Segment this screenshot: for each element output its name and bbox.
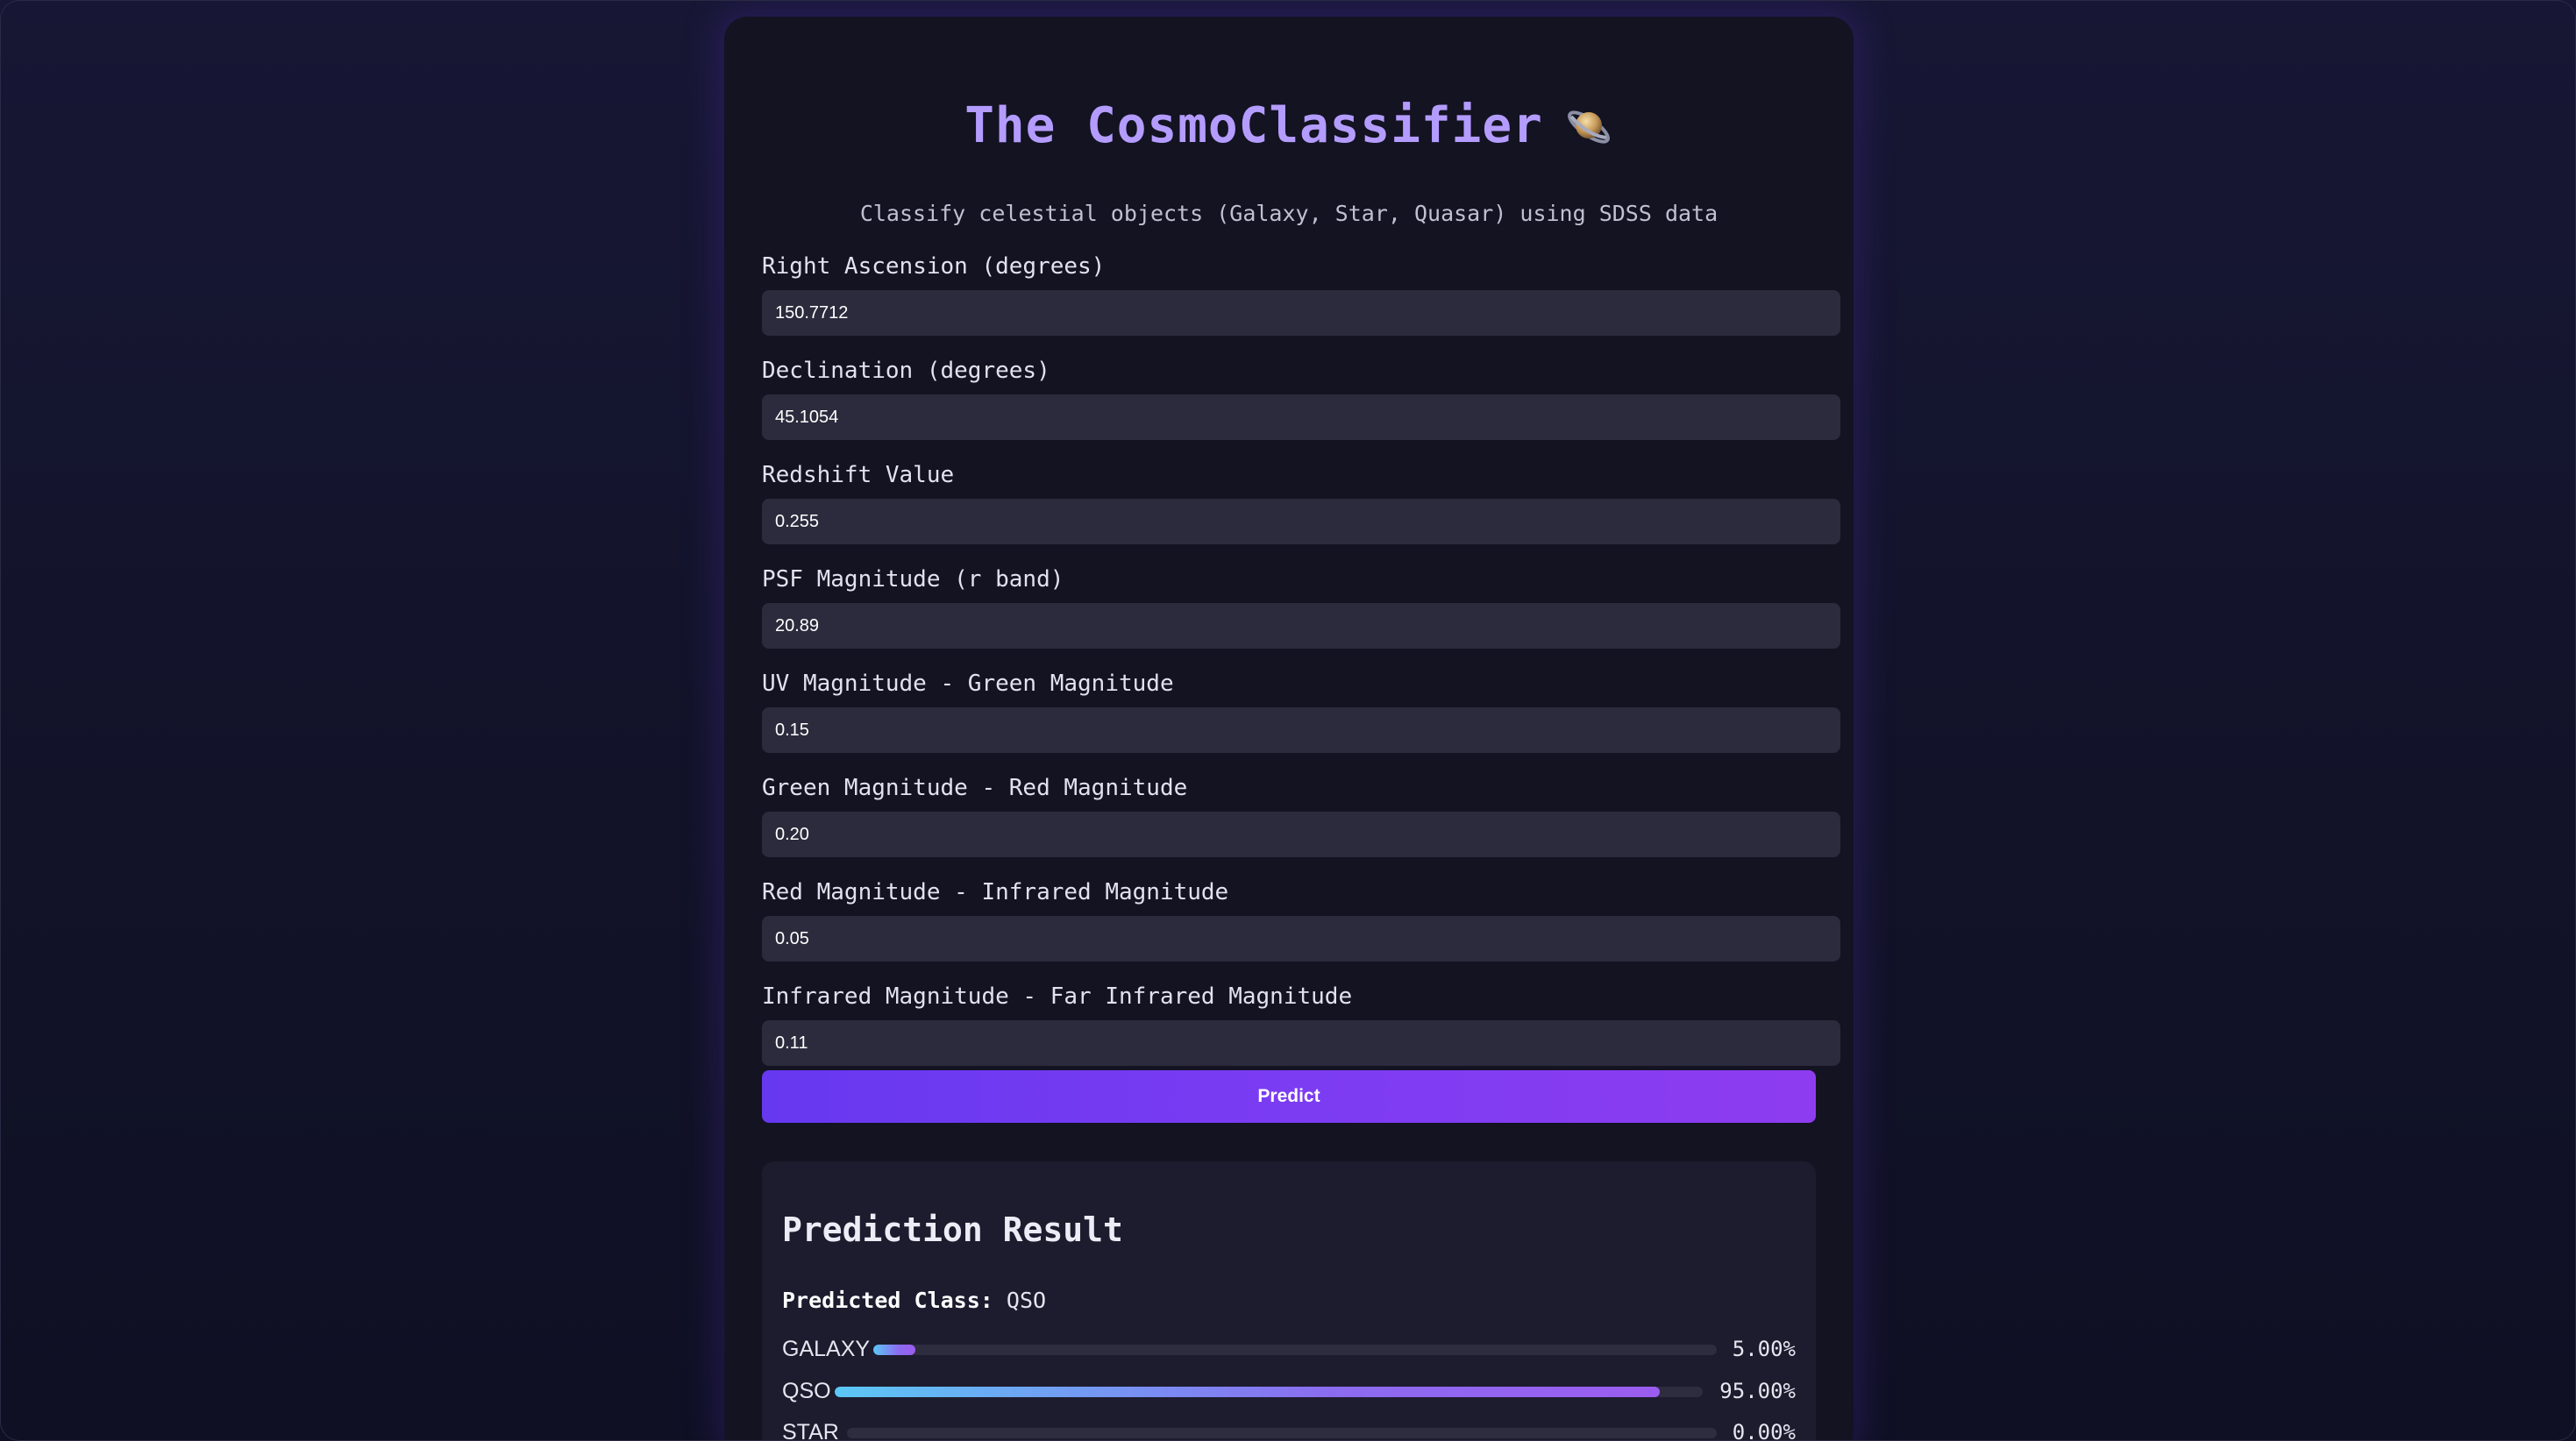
infrared-far-infrared-input[interactable]: 0.11 — [762, 1020, 1840, 1066]
browser-viewport: The CosmoClassifier Classify celestial o… — [0, 0, 2576, 1441]
probability-row-qso: QSO 95.00% — [782, 1375, 1796, 1407]
field-label: Right Ascension (degrees) — [762, 253, 1106, 280]
right-ascension-input[interactable]: 150.7712 — [762, 290, 1840, 336]
probability-track — [847, 1428, 1717, 1438]
page-title: The CosmoClassifier — [724, 97, 1854, 154]
red-infrared-field: Red Magnitude - Infrared Magnitude 0.05 — [762, 877, 1840, 962]
probability-track — [835, 1387, 1703, 1397]
probability-percent: 0.00% — [1732, 1420, 1796, 1441]
field-label: Declination (degrees) — [762, 358, 1050, 384]
probability-row-star: STAR 0.00% — [782, 1416, 1796, 1441]
field-label: Redshift Value — [762, 462, 955, 488]
probability-percent: 5.00% — [1732, 1337, 1796, 1361]
field-label: Infrared Magnitude - Far Infrared Magnit… — [762, 983, 1353, 1010]
redshift-field: Redshift Value 0.255 — [762, 460, 1840, 544]
declination-input[interactable]: 45.1054 — [762, 394, 1840, 440]
ringed-planet-icon — [1564, 101, 1613, 150]
classifier-card: The CosmoClassifier Classify celestial o… — [724, 17, 1854, 1441]
declination-field: Declination (degrees) 45.1054 — [762, 356, 1840, 440]
predicted-class-label: Predicted Class: — [782, 1288, 993, 1313]
field-label: UV Magnitude - Green Magnitude — [762, 671, 1174, 697]
uv-green-input[interactable]: 0.15 — [762, 707, 1840, 753]
psf-magnitude-input[interactable]: 20.89 — [762, 603, 1840, 649]
right-ascension-field: Right Ascension (degrees) 150.7712 — [762, 252, 1840, 336]
red-infrared-input[interactable]: 0.05 — [762, 916, 1840, 962]
app-title: The CosmoClassifier — [964, 97, 1543, 154]
probability-row-galaxy: GALAXY 5.00% — [782, 1333, 1796, 1365]
probability-label: GALAXY — [782, 1337, 871, 1361]
infrared-far-infrared-field: Infrared Magnitude - Far Infrared Magnit… — [762, 982, 1840, 1066]
uv-green-field: UV Magnitude - Green Magnitude 0.15 — [762, 669, 1840, 753]
probability-track — [873, 1345, 1717, 1355]
page-subtitle: Classify celestial objects (Galaxy, Star… — [859, 201, 1719, 226]
probability-label: QSO — [782, 1379, 831, 1403]
probability-label: STAR — [782, 1420, 839, 1441]
field-label: PSF Magnitude (r band) — [762, 566, 1064, 593]
prediction-result-panel: Prediction Result Predicted Class: QSO G… — [762, 1161, 1816, 1441]
green-red-field: Green Magnitude - Red Magnitude 0.20 — [762, 773, 1840, 857]
field-label: Green Magnitude - Red Magnitude — [762, 775, 1188, 801]
green-red-input[interactable]: 0.20 — [762, 812, 1840, 857]
predict-button[interactable]: Predict — [762, 1070, 1816, 1123]
probability-percent: 95.00% — [1719, 1379, 1796, 1403]
predicted-class-value: QSO — [1006, 1288, 1047, 1313]
predicted-class: Predicted Class: QSO — [782, 1288, 1046, 1313]
probability-bar — [835, 1387, 1660, 1397]
field-label: Red Magnitude - Infrared Magnitude — [762, 879, 1229, 905]
redshift-input[interactable]: 0.255 — [762, 499, 1840, 544]
result-title: Prediction Result — [782, 1210, 1123, 1249]
probability-bar — [873, 1345, 916, 1355]
psf-magnitude-field: PSF Magnitude (r band) 20.89 — [762, 564, 1840, 649]
